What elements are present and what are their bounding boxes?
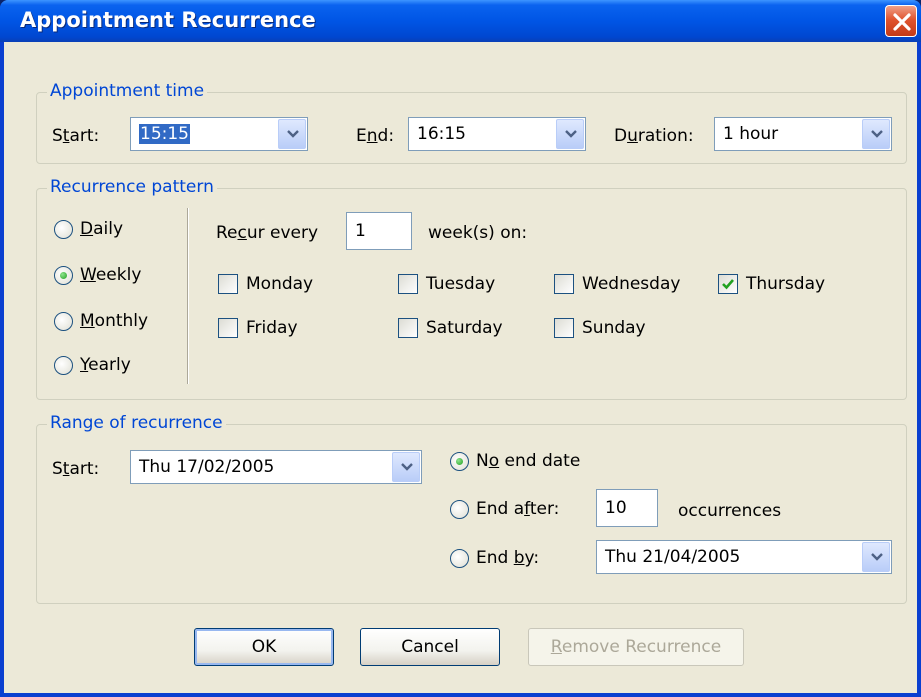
weeks-on-label: week(s) on: xyxy=(428,223,528,243)
radio-monthly[interactable] xyxy=(54,312,73,331)
range-start-dropdown-button[interactable] xyxy=(392,452,420,482)
recurrence-pattern-group: Recurrence pattern xyxy=(36,177,907,400)
end-by-value: Thu 21/04/2005 xyxy=(605,547,741,567)
occurrences-label: occurrences xyxy=(678,501,782,521)
ok-button[interactable]: OK xyxy=(194,628,334,666)
radio-selected-dot xyxy=(60,272,67,279)
end-after-value: 10 xyxy=(605,498,627,518)
radio-end-after-label[interactable]: End after: xyxy=(476,499,559,519)
checkbox-wednesday[interactable] xyxy=(554,274,574,294)
close-button[interactable] xyxy=(885,5,917,37)
radio-end-after[interactable] xyxy=(450,500,469,519)
appointment-time-legend: Appointment time xyxy=(47,81,208,101)
checkbox-friday[interactable] xyxy=(218,318,238,338)
chevron-down-icon xyxy=(401,463,413,471)
radio-no-end-date[interactable] xyxy=(450,452,469,471)
checkbox-sunday[interactable] xyxy=(554,318,574,338)
checkbox-tuesday[interactable] xyxy=(398,274,418,294)
range-start-value: Thu 17/02/2005 xyxy=(139,457,275,477)
recurrence-pattern-legend: Recurrence pattern xyxy=(47,177,217,197)
end-time-value: 16:15 xyxy=(417,124,466,144)
end-by-dropdown-button[interactable] xyxy=(862,542,890,572)
radio-daily-label[interactable]: Daily xyxy=(80,219,123,239)
checkbox-thursday[interactable] xyxy=(718,274,738,294)
start-time-value: 15:15 xyxy=(139,124,190,144)
end-time-dropdown-button[interactable] xyxy=(556,119,584,149)
checkmark-icon xyxy=(722,279,734,290)
radio-yearly[interactable] xyxy=(54,356,73,375)
checkbox-friday-label[interactable]: Friday xyxy=(246,318,298,338)
title-bar[interactable]: Appointment Recurrence xyxy=(0,0,921,42)
radio-weekly[interactable] xyxy=(54,266,73,285)
end-after-input[interactable]: 10 xyxy=(596,489,658,527)
radio-no-end-date-label[interactable]: No end date xyxy=(476,451,580,471)
range-start-combo[interactable]: Thu 17/02/2005 xyxy=(130,450,422,484)
radio-daily[interactable] xyxy=(54,220,73,239)
start-time-dropdown-button[interactable] xyxy=(278,119,306,149)
duration-combo[interactable]: 1 hour xyxy=(714,117,892,151)
end-time-combo[interactable]: 16:15 xyxy=(408,117,586,151)
end-time-label: End: xyxy=(356,126,395,146)
start-time-combo[interactable]: 15:15 xyxy=(130,117,308,151)
remove-recurrence-label: emove Recurrence xyxy=(561,637,722,657)
recur-every-value: 1 xyxy=(355,221,366,241)
checkbox-saturday[interactable] xyxy=(398,318,418,338)
chevron-down-icon xyxy=(871,130,883,138)
checkbox-tuesday-label[interactable]: Tuesday xyxy=(426,274,495,294)
remove-recurrence-button[interactable]: Remove Recurrence xyxy=(528,628,744,666)
cancel-button[interactable]: Cancel xyxy=(360,628,500,666)
checkbox-monday[interactable] xyxy=(218,274,238,294)
duration-dropdown-button[interactable] xyxy=(862,119,890,149)
duration-label: Duration: xyxy=(614,126,694,146)
dialog-title: Appointment Recurrence xyxy=(20,8,316,32)
chevron-down-icon xyxy=(871,553,883,561)
radio-monthly-label[interactable]: Monthly xyxy=(80,311,148,331)
close-icon xyxy=(893,13,911,31)
recur-every-input[interactable]: 1 xyxy=(346,212,412,250)
radio-weekly-label[interactable]: Weekly xyxy=(80,265,141,285)
start-time-label: Start: xyxy=(52,126,100,146)
chevron-down-icon xyxy=(287,130,299,138)
recur-every-label: Recur every xyxy=(216,223,319,243)
checkbox-sunday-label[interactable]: Sunday xyxy=(582,318,646,338)
radio-end-by-label[interactable]: End by: xyxy=(476,548,539,568)
checkbox-monday-label[interactable]: Monday xyxy=(246,274,313,294)
checkbox-saturday-label[interactable]: Saturday xyxy=(426,318,503,338)
pattern-divider xyxy=(187,208,189,384)
checkbox-thursday-label[interactable]: Thursday xyxy=(746,274,825,294)
range-of-recurrence-legend: Range of recurrence xyxy=(47,413,226,433)
duration-value: 1 hour xyxy=(723,124,779,144)
range-start-label: Start: xyxy=(52,459,100,479)
radio-yearly-label[interactable]: Yearly xyxy=(80,355,131,375)
radio-end-by[interactable] xyxy=(450,549,469,568)
end-by-combo[interactable]: Thu 21/04/2005 xyxy=(596,540,892,574)
checkbox-wednesday-label[interactable]: Wednesday xyxy=(582,274,680,294)
chevron-down-icon xyxy=(565,130,577,138)
radio-selected-dot xyxy=(456,458,463,465)
